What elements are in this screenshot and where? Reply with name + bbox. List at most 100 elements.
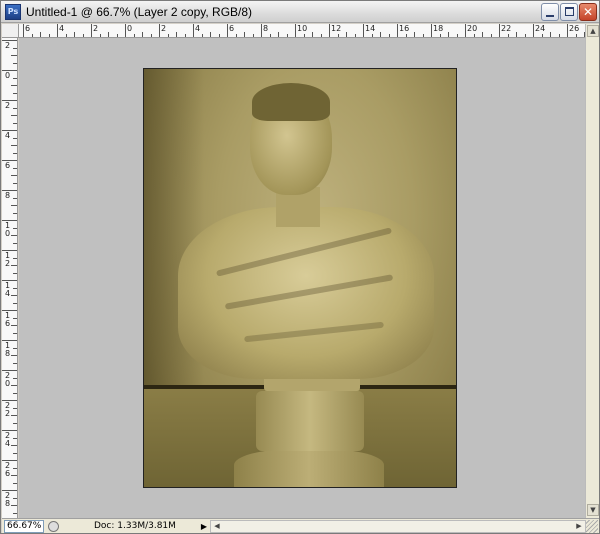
ruler-minor-tick <box>13 392 17 394</box>
ruler-tick <box>533 24 534 37</box>
ruler-minor-tick <box>13 497 17 499</box>
ruler-minor-tick <box>13 272 17 274</box>
ruler-label: 12 <box>5 251 11 268</box>
close-icon: ✕ <box>582 5 594 19</box>
ruler-label: 14 <box>5 281 11 298</box>
ruler-label: 18 <box>5 341 11 358</box>
ruler-label: 2 <box>5 41 11 50</box>
maximize-button[interactable] <box>560 3 578 21</box>
ruler-label: 4 <box>59 24 65 33</box>
maximize-icon <box>565 7 574 16</box>
ruler-label: 22 <box>501 24 512 33</box>
ruler-minor-tick <box>13 227 17 229</box>
ruler-minor-tick <box>11 175 17 176</box>
ruler-minor-tick <box>11 85 17 86</box>
horizontal-scrollbar[interactable]: ◀ ▶ <box>210 520 586 533</box>
ruler-minor-tick <box>13 182 17 184</box>
ruler-minor-tick <box>13 257 17 259</box>
ruler-label: 4 <box>5 131 11 140</box>
ruler-minor-tick <box>11 55 17 56</box>
ruler-label: 0 <box>5 71 11 80</box>
ruler-label: 4 <box>195 24 201 33</box>
minimize-button[interactable] <box>541 3 559 21</box>
ruler-minor-tick <box>13 377 17 379</box>
ruler-label: 10 <box>297 24 308 33</box>
scroll-left-arrow-icon[interactable]: ◀ <box>211 521 223 532</box>
ruler-minor-tick <box>13 122 17 124</box>
ruler-label: 18 <box>433 24 444 33</box>
bust-hair <box>252 83 330 121</box>
ruler-minor-tick <box>13 362 17 364</box>
photoshop-icon: Ps <box>5 4 21 20</box>
ruler-tick <box>431 24 432 37</box>
ruler-tick <box>125 24 126 37</box>
ruler-minor-tick <box>13 77 17 79</box>
ruler-label: 16 <box>399 24 410 33</box>
ruler-label: 20 <box>5 371 11 388</box>
ruler-label: 2 <box>93 24 99 33</box>
ruler-minor-tick <box>13 317 17 319</box>
ruler-minor-tick <box>13 62 17 64</box>
horizontal-ruler[interactable]: 6 4 2 0 2 4 6 8 10 12 14 16 18 20 22 24 26 <box>19 24 585 38</box>
zoom-input[interactable]: 66.67% <box>4 520 44 533</box>
ruler-label: 28 <box>5 491 11 508</box>
ruler-tick <box>567 24 568 37</box>
ruler-tick <box>193 24 194 37</box>
ruler-minor-tick <box>13 452 17 454</box>
ruler-tick <box>57 24 58 37</box>
ruler-minor-tick <box>11 205 17 206</box>
close-button[interactable]: ✕ <box>579 3 597 21</box>
ruler-label: 6 <box>25 24 31 33</box>
vertical-ruler[interactable]: 2 0 2 4 6 8 10 12 14 16 18 20 22 24 26 28 <box>2 38 18 518</box>
ruler-tick <box>261 24 262 37</box>
ruler-label: 6 <box>229 24 235 33</box>
ruler-label: 12 <box>331 24 342 33</box>
scroll-right-arrow-icon[interactable]: ▶ <box>573 521 585 532</box>
minimize-icon <box>546 15 554 17</box>
ruler-minor-tick <box>13 167 17 169</box>
ruler-label: 26 <box>5 461 11 478</box>
scroll-down-arrow-icon[interactable]: ▼ <box>587 504 599 516</box>
ruler-label: 20 <box>467 24 478 33</box>
ruler-minor-tick <box>13 407 17 409</box>
ruler-label: 2 <box>161 24 167 33</box>
status-menu-arrow-icon[interactable]: ▶ <box>198 520 210 533</box>
document-window: Ps Untitled-1 @ 66.7% (Layer 2 copy, RGB… <box>0 0 600 534</box>
vertical-scrollbar[interactable]: ▲ ▼ <box>585 24 599 518</box>
ruler-tick <box>499 24 500 37</box>
ruler-label: 22 <box>5 401 11 418</box>
ruler-tick <box>397 24 398 37</box>
ruler-label: 8 <box>5 191 11 200</box>
ruler-tick <box>329 24 330 37</box>
ruler-minor-tick <box>13 212 17 214</box>
ruler-minor-tick <box>13 512 17 514</box>
ruler-minor-tick <box>13 197 17 199</box>
ruler-minor-tick <box>13 437 17 439</box>
ruler-label: 8 <box>263 24 269 33</box>
ruler-minor-tick <box>13 92 17 94</box>
document-image[interactable] <box>143 68 457 488</box>
ruler-label: 14 <box>365 24 376 33</box>
ruler-tick <box>91 24 92 37</box>
scroll-up-arrow-icon[interactable]: ▲ <box>587 25 599 37</box>
pedestal <box>256 391 364 451</box>
title-bar[interactable]: Ps Untitled-1 @ 66.7% (Layer 2 copy, RGB… <box>1 1 599 23</box>
ruler-tick <box>23 24 24 37</box>
ruler-corner[interactable] <box>2 24 19 38</box>
document-size-info: Doc: 1.33M/3.81M <box>94 521 176 531</box>
ruler-minor-tick <box>13 332 17 334</box>
canvas-area[interactable] <box>19 38 585 518</box>
ruler-minor-tick <box>13 242 17 244</box>
ruler-minor-tick <box>13 152 17 154</box>
ruler-minor-tick <box>13 347 17 349</box>
ruler-tick <box>159 24 160 37</box>
ruler-tick <box>363 24 364 37</box>
ruler-minor-tick <box>13 422 17 424</box>
ruler-minor-tick <box>13 137 17 139</box>
ruler-minor-tick <box>13 287 17 289</box>
ruler-minor-tick <box>11 115 17 116</box>
resize-grip[interactable] <box>586 520 598 533</box>
pedestal-base <box>234 449 384 487</box>
ruler-label: 24 <box>5 431 11 448</box>
status-info-icon[interactable] <box>48 521 59 532</box>
